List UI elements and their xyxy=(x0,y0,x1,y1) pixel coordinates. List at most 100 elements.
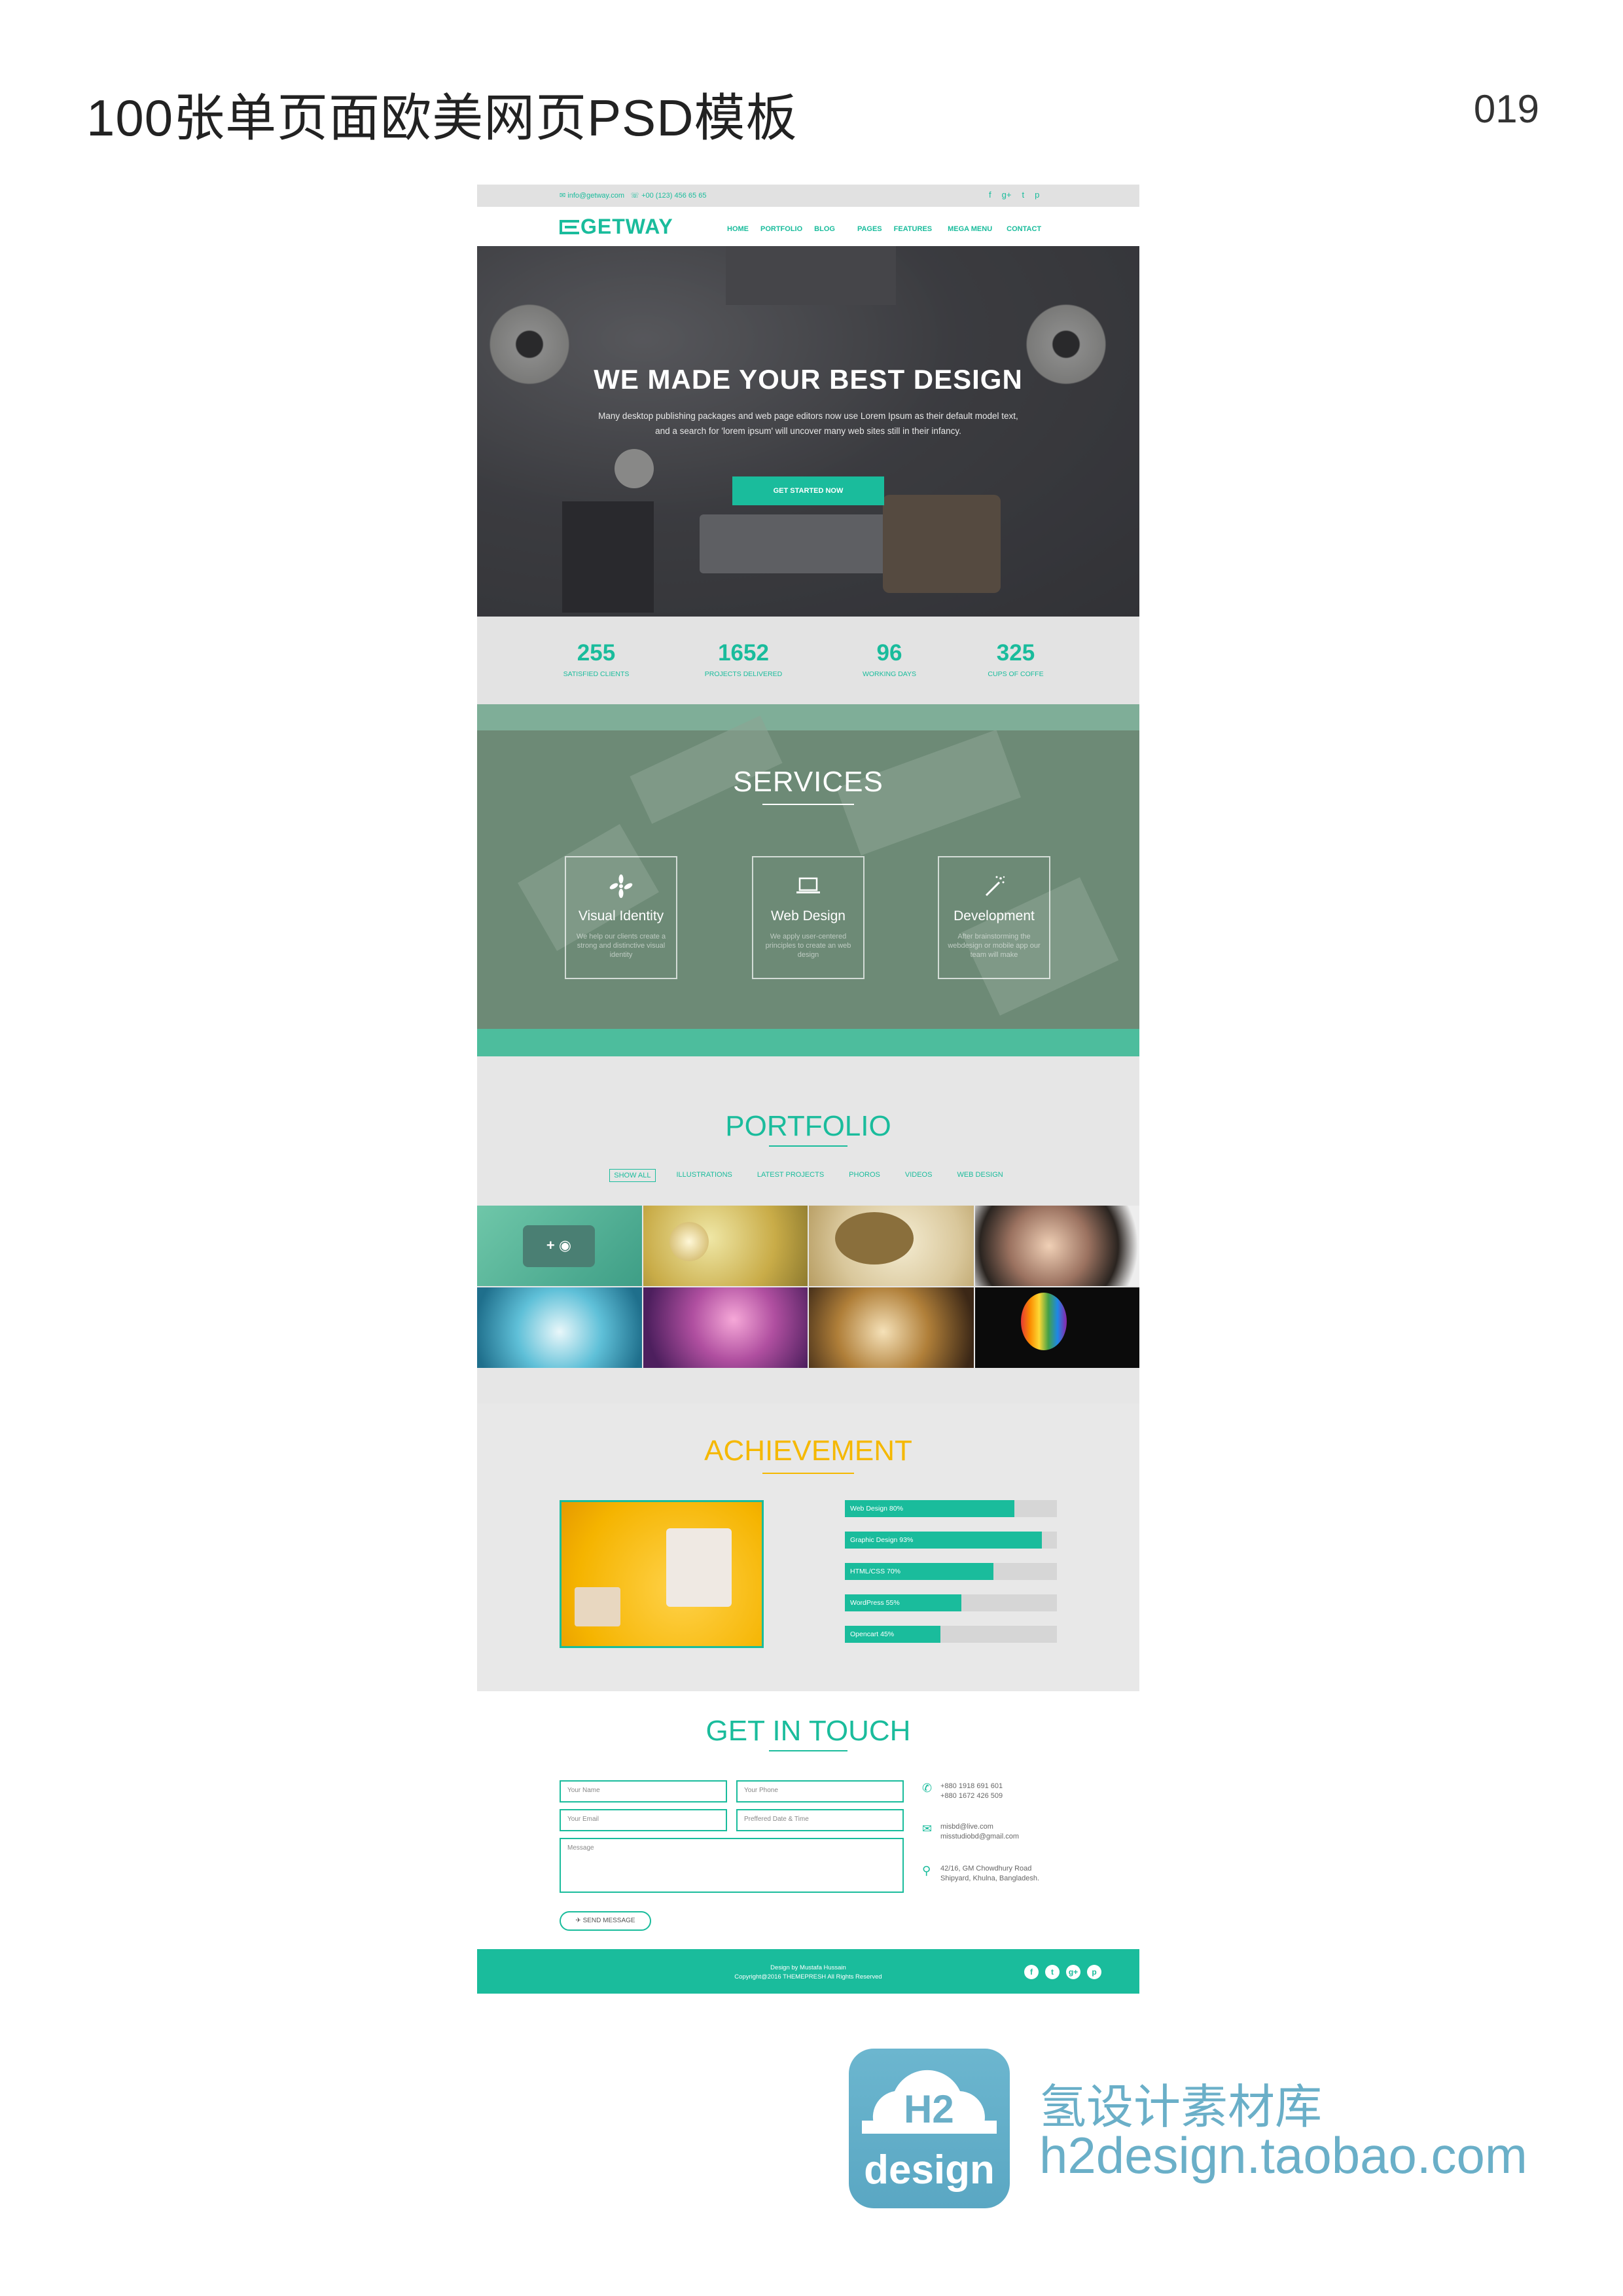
mail-icon: ✉ xyxy=(922,1822,933,1835)
filter-videos[interactable]: VIDEOS xyxy=(901,1169,936,1182)
stat-projects-delivered: 1652 PROJECTS DELIVERED xyxy=(678,640,809,678)
stats-section: 255 SATISFIED CLIENTS 1652 PROJECTS DELI… xyxy=(477,617,1139,704)
contact-title: GET IN TOUCH xyxy=(705,1715,911,1747)
stat-working-days: 96 WORKING DAYS xyxy=(824,640,955,678)
logo[interactable]: GETWAY xyxy=(560,215,673,239)
hero-subtitle-line-2: and a search for 'lorem ipsum' will unco… xyxy=(655,426,961,436)
skill-label: WordPress 55% xyxy=(850,1599,900,1607)
website-mockup: ✉ info@getway.com ☏ +00 (123) 456 65 65 … xyxy=(477,185,1139,1994)
twitter-icon[interactable]: t xyxy=(1045,1965,1060,1979)
skill-bar-wordpress: WordPress 55% xyxy=(845,1594,1057,1611)
skill-label: Graphic Design 93% xyxy=(850,1536,914,1544)
nav-item-home[interactable]: HOME xyxy=(727,225,749,233)
portfolio-tile-succulent[interactable] xyxy=(477,1287,642,1368)
google-plus-icon[interactable]: g+ xyxy=(1002,190,1012,200)
topbar-email[interactable]: info@getway.com xyxy=(567,192,624,200)
pinterest-icon[interactable]: p xyxy=(1035,190,1039,200)
nav-item-mega-menu[interactable]: MEGA MENU xyxy=(948,225,992,233)
skill-bar-graphic-design: Graphic Design 93% xyxy=(845,1532,1057,1549)
portfolio-tile-portrait[interactable] xyxy=(974,1206,1139,1286)
nav-item-blog[interactable]: BLOG xyxy=(814,225,835,233)
filter-latest-projects[interactable]: LATEST PROJECTS xyxy=(753,1169,828,1182)
filter-show-all[interactable]: SHOW ALL xyxy=(609,1169,656,1182)
get-started-button[interactable]: GET STARTED NOW xyxy=(732,476,884,505)
magic-wand-icon xyxy=(939,873,1049,899)
hero-subtitle-line-1: Many desktop publishing packages and web… xyxy=(598,411,1018,421)
stat-label: WORKING DAYS xyxy=(862,670,917,678)
brand-url[interactable]: h2design.taobao.com xyxy=(1039,2126,1527,2185)
service-desc: We apply user-centered principles to cre… xyxy=(765,933,851,959)
portfolio-tile-flowers[interactable] xyxy=(643,1287,808,1368)
navbar: GETWAY HOME PORTFOLIO BLOG PAGES FEATURE… xyxy=(477,207,1139,246)
facebook-icon[interactable]: f xyxy=(989,190,991,200)
nav-item-portfolio[interactable]: PORTFOLIO xyxy=(760,225,802,233)
nav-menu: HOME PORTFOLIO BLOG PAGES FEATURES MEGA … xyxy=(727,225,1053,233)
filter-web-design[interactable]: WEB DESIGN xyxy=(953,1169,1007,1182)
facebook-icon[interactable]: f xyxy=(1024,1965,1039,1979)
tree-crown xyxy=(835,1212,914,1265)
stat-cups-of-coffee: 325 CUPS OF COFFE xyxy=(950,640,1081,678)
portfolio-tile-tree-illustration[interactable] xyxy=(809,1206,974,1286)
service-card-visual-identity[interactable]: Visual Identity We help our clients crea… xyxy=(565,856,677,979)
stat-label: CUPS OF COFFE xyxy=(988,670,1044,678)
logo-text: GETWAY xyxy=(580,215,673,238)
skill-bar-html-css: HTML/CSS 70% xyxy=(845,1563,1057,1580)
laptop-icon xyxy=(753,873,863,899)
stat-value: 96 xyxy=(876,640,902,666)
portfolio-tile-vintage-camera[interactable] xyxy=(809,1287,974,1368)
name-field[interactable]: Your Name xyxy=(560,1780,727,1803)
nav-item-pages[interactable]: PAGES xyxy=(857,225,882,233)
telephone-illustration xyxy=(575,1587,620,1626)
achievement-title: ACHIEVEMENT xyxy=(704,1435,912,1467)
topbar-social: f g+ t p xyxy=(989,190,1039,200)
filter-illustrations[interactable]: ILLUSTRATIONS xyxy=(673,1169,736,1182)
contact-address-line-2: Shipyard, Khulna, Bangladesh. xyxy=(940,1874,1040,1882)
phone-field[interactable]: Your Phone xyxy=(736,1780,904,1803)
contact-email-2[interactable]: misstudiobd@gmail.com xyxy=(940,1832,1019,1842)
portfolio-grid: + ◉ xyxy=(477,1206,1139,1368)
service-name: Web Design xyxy=(770,908,846,924)
pinterest-icon[interactable]: p xyxy=(1087,1965,1101,1979)
portfolio-tile-dandelion[interactable] xyxy=(643,1206,808,1286)
topbar-contact: ✉ info@getway.com ☏ +00 (123) 456 65 65 xyxy=(560,191,706,200)
pinwheel-icon xyxy=(566,873,676,899)
twitter-icon[interactable]: t xyxy=(1022,190,1024,200)
service-card-development[interactable]: Development After brainstorming the webd… xyxy=(938,856,1050,979)
filter-photos[interactable]: PHOROS xyxy=(845,1169,884,1182)
rainbow-balloon xyxy=(1020,1293,1067,1350)
skill-bar-opencart: Opencart 45% xyxy=(845,1626,1057,1643)
stat-label: PROJECTS DELIVERED xyxy=(704,670,783,678)
portfolio-tile-camera[interactable]: + ◉ xyxy=(477,1206,642,1286)
contact-address-line-1: 42/16, GM Chowdhury Road xyxy=(940,1865,1032,1873)
nav-item-contact[interactable]: CONTACT xyxy=(1007,225,1041,233)
google-plus-icon[interactable]: g+ xyxy=(1066,1965,1080,1979)
phone-icon: ☏ xyxy=(630,192,639,200)
skill-bar-web-design: Web Design 80% xyxy=(845,1500,1057,1517)
achievement-title-underline xyxy=(762,1473,854,1474)
hero-title: WE MADE YOUR BEST DESIGN xyxy=(594,364,1023,395)
hero-subtitle: Many desktop publishing packages and web… xyxy=(562,408,1054,439)
portfolio-section: PORTFOLIO SHOW ALL ILLUSTRATIONS LATEST … xyxy=(477,1056,1139,1403)
stat-label: SATISFIED CLIENTS xyxy=(563,670,630,678)
contact-title-underline xyxy=(769,1750,847,1751)
brand-logo: H2 design xyxy=(849,2049,1010,2208)
services-title: SERVICES xyxy=(733,766,883,798)
nav-item-features[interactable]: FEATURES xyxy=(894,225,932,233)
send-message-button[interactable]: ✈ SEND MESSAGE xyxy=(560,1911,651,1931)
topbar-phone: +00 (123) 456 65 65 xyxy=(641,192,707,200)
service-card-web-design[interactable]: Web Design We apply user-centered princi… xyxy=(752,856,865,979)
date-time-field[interactable]: Preffered Date & Time xyxy=(736,1809,904,1831)
plus-icon[interactable]: + ◉ xyxy=(543,1237,575,1255)
contact-phone-1: +880 1918 691 601 xyxy=(940,1782,1003,1790)
brand-logo-top: H2 xyxy=(904,2087,954,2131)
stat-satisfied-clients: 255 SATISFIED CLIENTS xyxy=(531,640,662,678)
portfolio-title-underline xyxy=(769,1145,847,1147)
portfolio-tile-rainbow-balloon[interactable] xyxy=(974,1287,1139,1368)
send-icon: ✈ xyxy=(575,1917,583,1924)
email-field[interactable]: Your Email xyxy=(560,1809,727,1831)
contact-email-1[interactable]: misbd@live.com xyxy=(940,1822,1019,1832)
portfolio-title: PORTFOLIO xyxy=(725,1110,891,1142)
service-desc: After brainstorming the webdesign or mob… xyxy=(948,933,1041,959)
footer-social: f t g+ p xyxy=(1024,1965,1101,1979)
message-field[interactable]: Message xyxy=(560,1838,904,1893)
